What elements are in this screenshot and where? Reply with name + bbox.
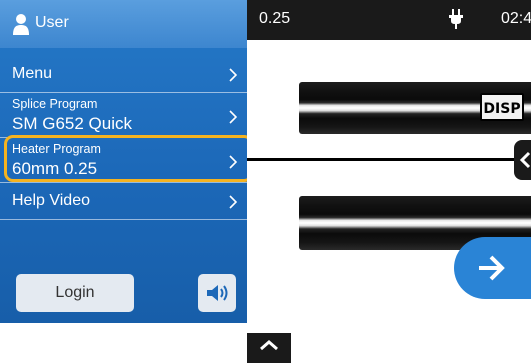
sidebar-item-help-video[interactable]: Help Video [0, 183, 247, 220]
chevron-right-icon [229, 195, 237, 209]
arrow-right-icon [479, 255, 505, 281]
sidebar-item-splice-program[interactable]: Splice Program SM G652 Quick [0, 93, 247, 138]
chevron-right-icon [229, 110, 237, 124]
view-divider [247, 158, 531, 161]
splice-program-value: SM G652 Quick [12, 114, 132, 133]
user-row[interactable]: User [0, 0, 247, 48]
clock: 02:47 [501, 10, 531, 27]
sidebar-item-menu[interactable]: Menu [0, 56, 247, 93]
plug-icon [449, 9, 463, 29]
side-tab-button[interactable] [514, 140, 531, 180]
next-button[interactable] [454, 237, 531, 299]
help-video-label: Help Video [12, 192, 90, 209]
splice-program-label: Splice Program [12, 97, 98, 111]
status-bar: 0.25 02:47 [247, 0, 531, 40]
login-button[interactable]: Login [16, 274, 134, 312]
speaker-icon [207, 285, 228, 301]
user-icon [13, 14, 29, 35]
disp-button[interactable]: DISP [480, 93, 524, 121]
heater-program-highlight [4, 135, 253, 182]
fiber-view: DISP [247, 40, 531, 363]
chevron-right-icon [229, 68, 237, 82]
status-value: 0.25 [259, 10, 291, 27]
menu-label: Menu [12, 65, 53, 82]
speaker-button[interactable] [198, 274, 236, 312]
bottom-tab-button[interactable] [247, 333, 291, 363]
user-label: User [35, 14, 69, 31]
chevron-up-icon [260, 340, 278, 351]
chevron-left-icon [519, 151, 531, 169]
